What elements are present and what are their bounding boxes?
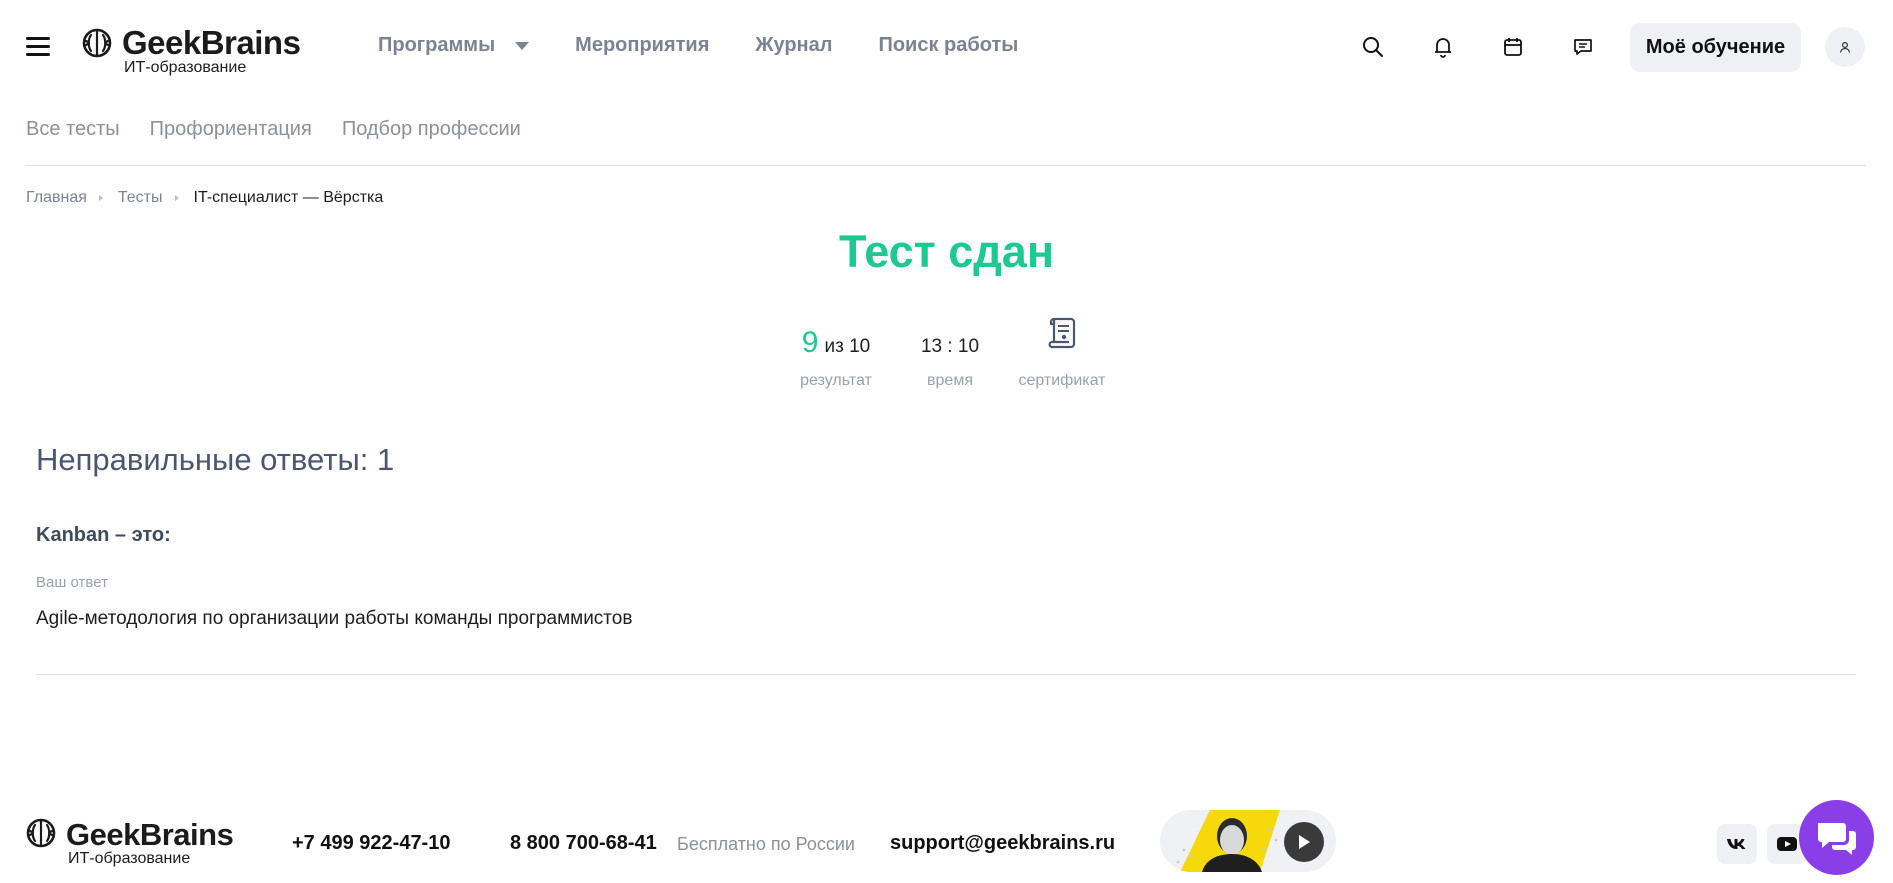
chat-icon[interactable] <box>1570 34 1596 60</box>
certificate-label: сертификат <box>1018 372 1106 389</box>
nav-job-search[interactable]: Поиск работы <box>878 34 1018 57</box>
certificate-icon[interactable] <box>1010 316 1114 360</box>
breadcrumb-tests[interactable]: Тесты <box>118 189 163 207</box>
logo-tagline: ИТ-образование <box>124 59 247 76</box>
your-answer-label: Ваш ответ <box>36 574 108 591</box>
footer-phone-free[interactable]: 8 800 700-68-41 <box>510 832 657 855</box>
bell-icon[interactable] <box>1430 34 1456 60</box>
support-chat-icon[interactable] <box>1799 800 1874 875</box>
main-nav: Программы Мероприятия Журнал Поиск работ… <box>378 34 1064 57</box>
brain-logo-icon <box>82 28 112 58</box>
question-text: Kanban – это: <box>36 524 171 546</box>
subnav-profession-selection[interactable]: Подбор профессии <box>342 118 521 141</box>
site-footer: GeekBrains ИТ-образование +7 499 922-47-… <box>0 808 1893 883</box>
score-value: 9 <box>801 326 819 359</box>
chevron-down-icon <box>515 41 530 50</box>
your-answer-text: Agile-методология по организации работы … <box>36 608 633 629</box>
breadcrumb-separator-icon <box>98 195 103 201</box>
footer-email[interactable]: support@geekbrains.ru <box>890 832 1115 855</box>
subnav-divider <box>26 165 1866 166</box>
answer-divider <box>36 674 1856 675</box>
certificate-stat[interactable]: сертификат <box>1010 316 1114 390</box>
breadcrumb-current: IT-специалист — Вёрстка <box>193 189 384 206</box>
breadcrumb: Главная Тесты IT-специалист — Вёрстка <box>26 189 383 207</box>
nav-programs[interactable]: Программы <box>378 34 530 57</box>
site-header: GeekBrains ИТ-образование Программы Меро… <box>0 0 1893 94</box>
vk-icon[interactable] <box>1717 824 1757 864</box>
site-logo[interactable]: GeekBrains ИТ-образование <box>82 26 312 78</box>
nav-programs-label: Программы <box>378 34 496 56</box>
tests-subnav: Все тесты Профориентация Подбор професси… <box>26 118 551 141</box>
calendar-icon[interactable] <box>1500 34 1526 60</box>
time-value: 13 : 10 <box>920 336 980 357</box>
footer-phone-moscow[interactable]: +7 499 922-47-10 <box>292 832 450 855</box>
time-stat: 13 : 10 время <box>910 316 990 390</box>
brain-logo-icon <box>26 818 56 848</box>
user-icon <box>1839 41 1851 53</box>
nav-journal[interactable]: Журнал <box>755 34 832 57</box>
subnav-all-tests[interactable]: Все тесты <box>26 118 120 141</box>
my-learning-button[interactable]: Моё обучение <box>1630 23 1801 72</box>
footer-logo-name: GeekBrains <box>66 817 234 852</box>
breadcrumb-home[interactable]: Главная <box>26 189 87 207</box>
result-stats: 9 из 10 результат 13 : 10 время сертифик… <box>780 316 1120 396</box>
avatar[interactable] <box>1825 27 1865 67</box>
result-title: Тест сдан <box>838 226 1055 277</box>
play-icon[interactable] <box>1284 822 1324 862</box>
search-icon[interactable] <box>1360 34 1386 60</box>
breadcrumb-separator-icon <box>174 195 179 201</box>
subnav-career-guidance[interactable]: Профориентация <box>150 118 312 141</box>
score-label: результат <box>800 372 872 389</box>
footer-phone-note: Бесплатно по России <box>677 834 855 854</box>
score-total: из 10 <box>824 336 871 357</box>
logo-name: GeekBrains <box>122 24 301 61</box>
menu-burger-icon[interactable] <box>26 37 50 57</box>
score-stat: 9 из 10 результат <box>786 316 886 390</box>
nav-events[interactable]: Мероприятия <box>575 34 709 57</box>
wrong-answers-title: Неправильные ответы: 1 <box>36 442 395 477</box>
time-label: время <box>927 372 973 389</box>
footer-logo-tagline: ИТ-образование <box>68 850 191 867</box>
footer-logo[interactable]: GeekBrains ИТ-образование <box>26 818 256 870</box>
